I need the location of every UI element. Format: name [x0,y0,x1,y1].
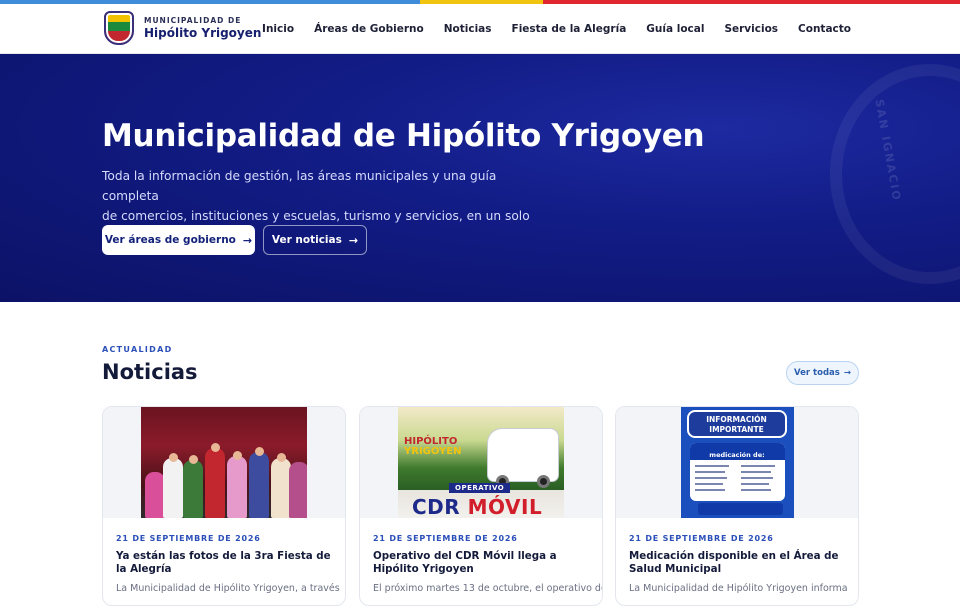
poster-footer-banner [697,503,783,515]
poster-movil-word: MÓVIL [467,495,543,518]
van-illustration [488,429,558,488]
poster-heading: INFORMACIÓN IMPORTANTE [686,410,787,438]
municipal-crest-icon [104,11,134,45]
news-card-title[interactable]: Medicación disponible en el Área de Salu… [629,550,849,576]
news-card[interactable]: INFORMACIÓN IMPORTANTE medicación de: 21… [615,406,859,606]
logo-subtitle: MUNICIPALIDAD DE [144,15,242,25]
cdr-movil-poster: HIPÓLITO YRIGOYEN OPERATIVO CDR MÓVIL [398,407,564,518]
ver-areas-button[interactable]: Ver áreas de gobierno → [102,225,255,255]
see-all-label: Ver todas [794,368,840,378]
poster-cdr-word: CDR [412,495,461,518]
arrow-right-icon: → [242,233,253,247]
main-nav: Inicio Áreas de Gobierno Noticias Fiesta… [262,4,851,54]
poster-heading-line-1: INFORMACIÓN [706,415,767,424]
logo-title: Hipólito Yrigoyen [144,26,262,41]
news-card-excerpt: La Municipalidad de Hipólito Yrigoyen in… [629,583,848,594]
ver-noticias-button[interactable]: Ver noticias → [263,225,367,255]
site-logo[interactable]: MUNICIPALIDAD DE Hipólito Yrigoyen [104,11,261,45]
hero-subtitle-line-1: Toda la información de gestión, las área… [102,169,497,203]
poster-operativo-label: OPERATIVO [449,483,511,493]
news-card-image: INFORMACIÓN IMPORTANTE medicación de: [616,407,858,518]
news-card-excerpt: El próximo martes 13 de octubre, el oper… [373,583,603,594]
section-eyebrow: ACTUALIDAD [102,345,173,354]
news-card-date: 21 DE SEPTIEMBRE DE 2026 [116,534,261,543]
news-card[interactable]: HIPÓLITO YRIGOYEN OPERATIVO CDR MÓVIL 21… [359,406,603,606]
nav-guia-local[interactable]: Guía local [646,23,704,35]
news-card-title[interactable]: Ya están las fotos de la 3ra Fiesta de l… [116,550,336,576]
site-header: MUNICIPALIDAD DE Hipólito Yrigoyen Inici… [0,4,960,54]
poster-cdr-movil-text: CDR MÓVIL [412,495,542,518]
arrow-right-icon: → [843,368,851,378]
poster-yrig-text: YRIGOYEN [404,446,462,457]
nav-inicio[interactable]: Inicio [262,23,294,35]
section-title: Noticias [102,360,198,384]
poster-box-heading: medicación de: [689,443,785,460]
news-card-image [103,407,345,518]
nav-contacto[interactable]: Contacto [798,23,851,35]
news-card-date: 21 DE SEPTIEMBRE DE 2026 [373,534,518,543]
poster-heading-line-2: IMPORTANTE [709,425,764,434]
see-all-button[interactable]: Ver todas → [786,361,859,385]
news-card-excerpt: La Municipalidad de Hipólito Yrigoyen, a… [116,583,340,594]
ver-areas-label: Ver áreas de gobierno [104,234,236,246]
news-card-title[interactable]: Operativo del CDR Móvil llega a Hipólito… [373,550,593,576]
nav-fiesta-de-la-alegria[interactable]: Fiesta de la Alegría [512,23,627,35]
ver-noticias-label: Ver noticias [271,234,342,246]
nav-areas-de-gobierno[interactable]: Áreas de Gobierno [314,23,424,35]
news-card-date: 21 DE SEPTIEMBRE DE 2026 [629,534,774,543]
poster-box-heading-text: medicación de: [709,451,765,459]
arrow-right-icon: → [348,233,359,247]
news-card[interactable]: 21 DE SEPTIEMBRE DE 2026 Ya están las fo… [102,406,346,606]
festival-queens-photo [141,407,307,518]
nav-noticias[interactable]: Noticias [444,23,492,35]
news-card-image: HIPÓLITO YRIGOYEN OPERATIVO CDR MÓVIL [360,407,602,518]
hero-title: Municipalidad de Hipólito Yrigoyen [102,118,705,154]
hipolito-yrigoyen-logo-text: HIPÓLITO YRIGOYEN [404,437,461,457]
nav-servicios[interactable]: Servicios [724,23,778,35]
hero-banner: SAN IGNACIO Municipalidad de Hipólito Yr… [0,54,960,302]
medication-info-poster: INFORMACIÓN IMPORTANTE medicación de: [680,407,794,518]
